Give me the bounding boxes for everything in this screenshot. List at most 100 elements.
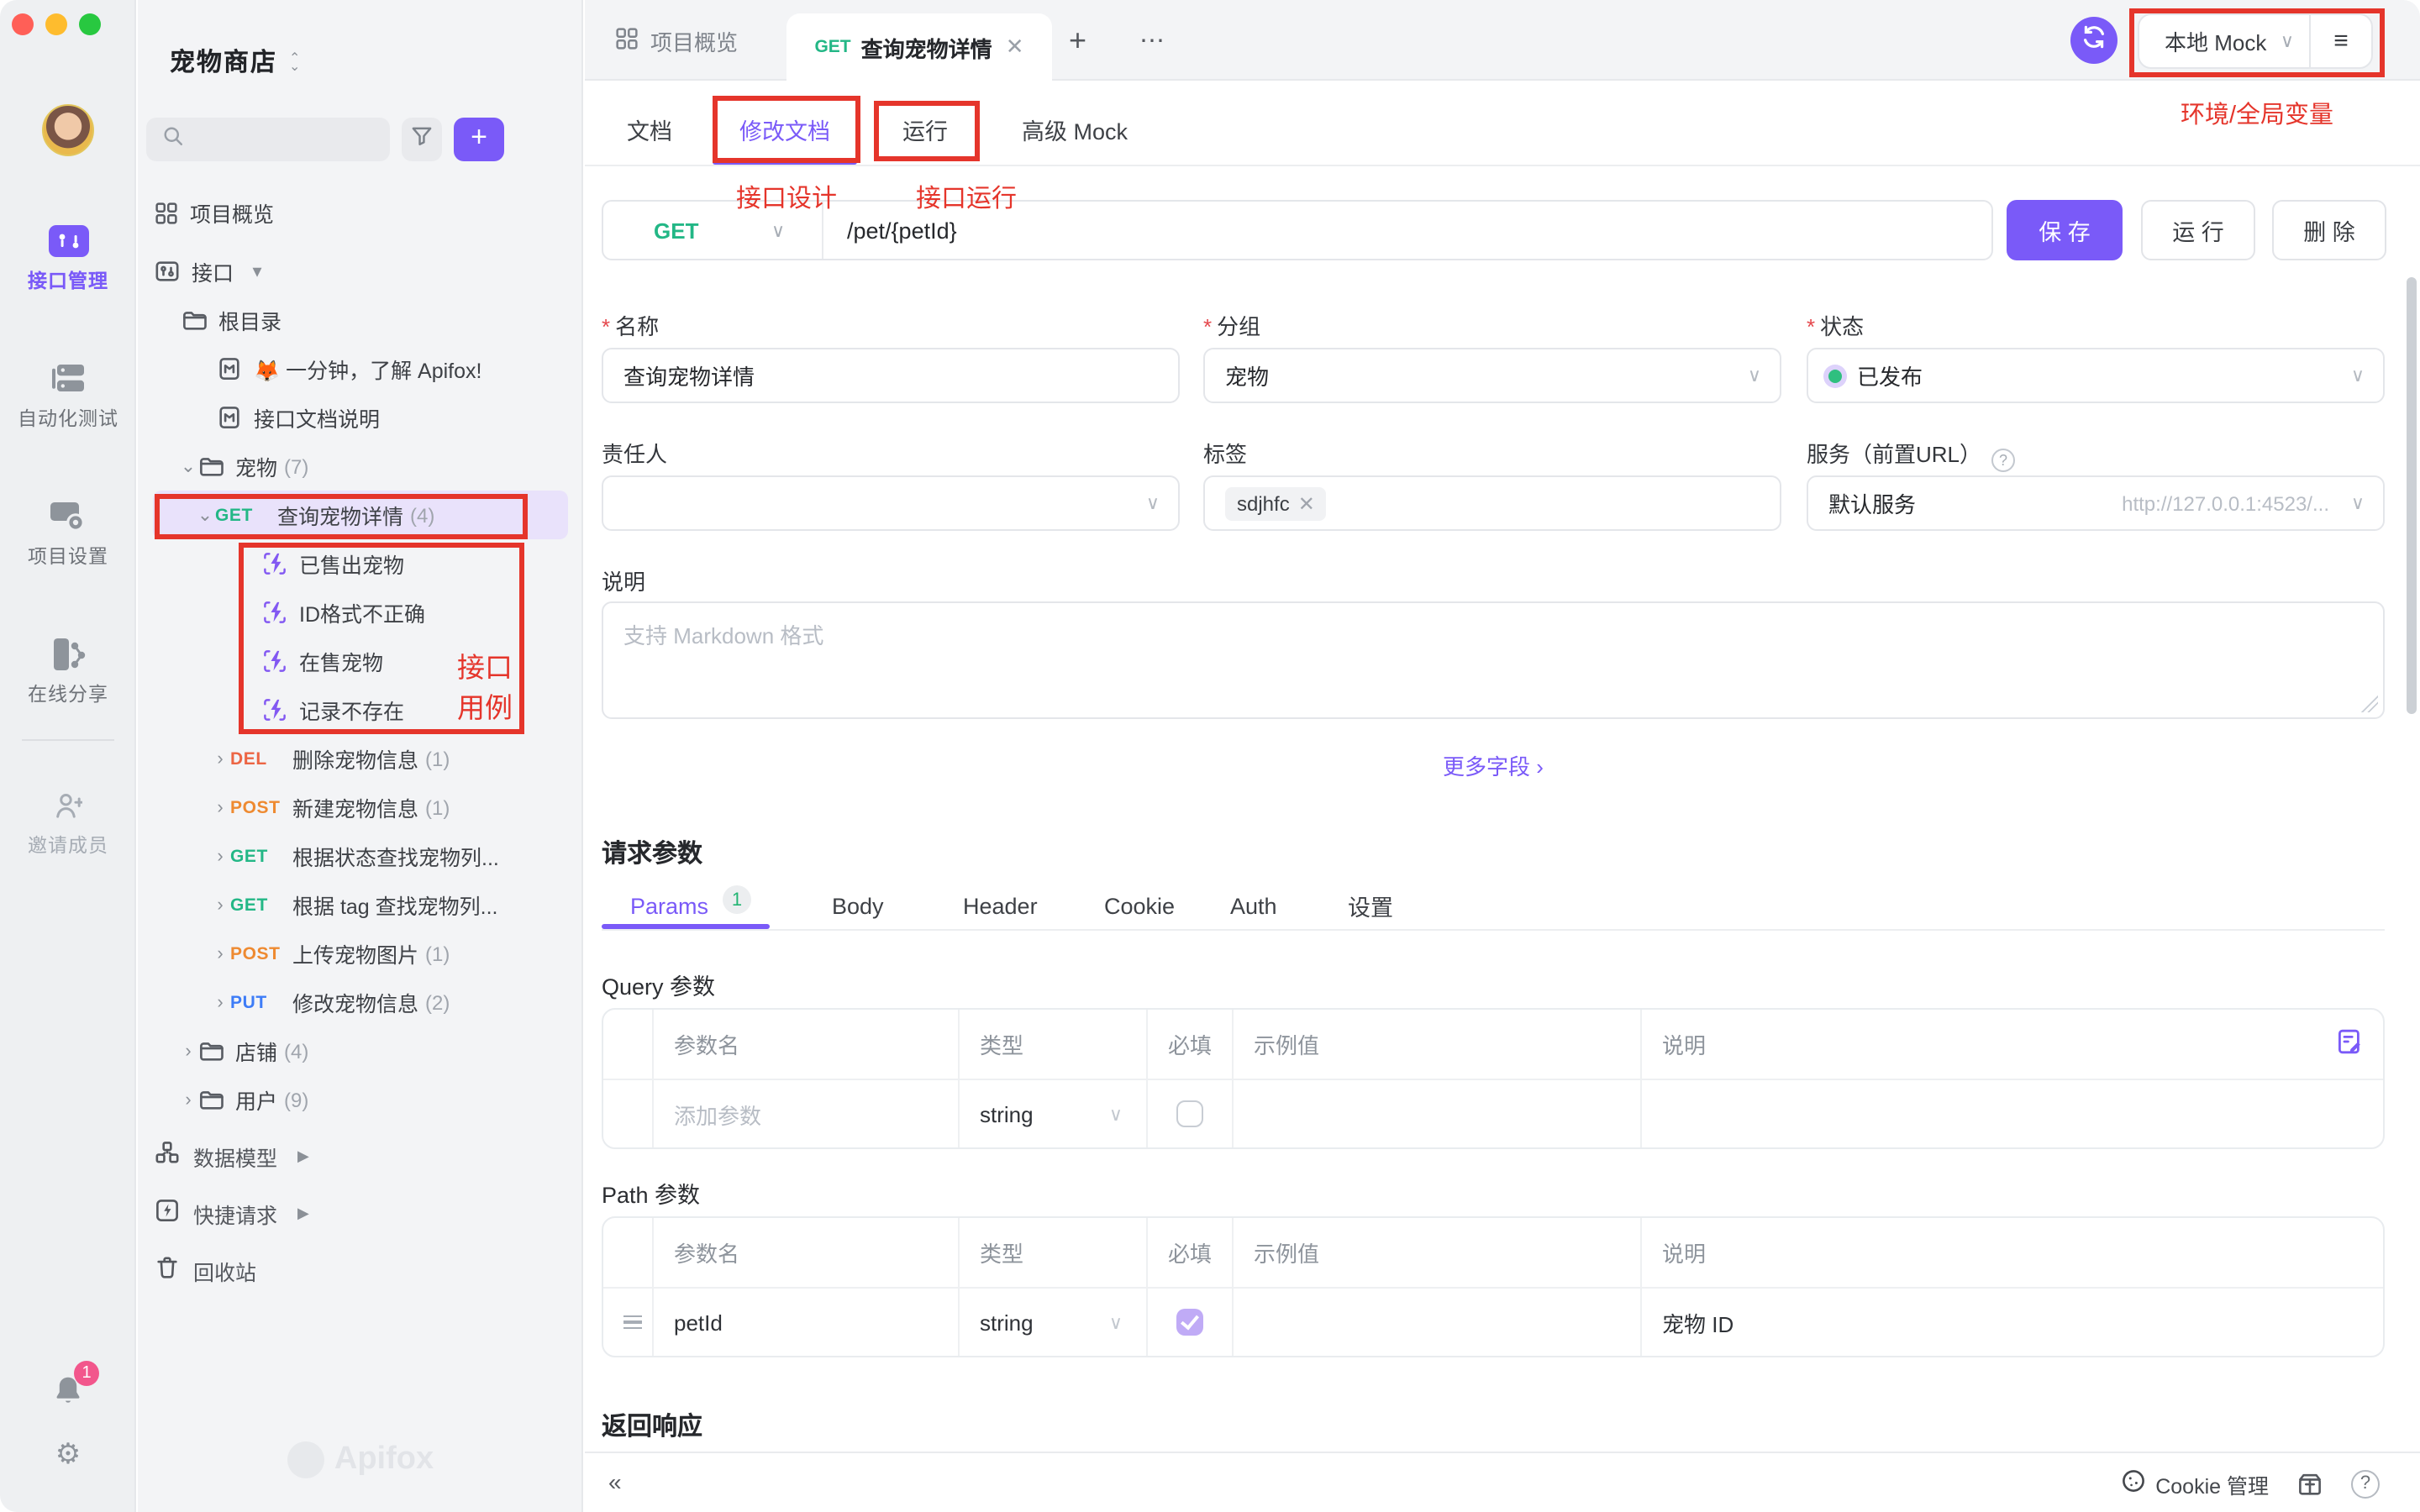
rail-item-auto-test[interactable]: 自动化测试 <box>0 360 136 432</box>
method-select[interactable]: GET <box>603 218 698 243</box>
chevron-right-icon[interactable]: › <box>210 895 230 915</box>
params-tab-Cookie[interactable]: Cookie <box>1104 887 1175 924</box>
param-desc-cell[interactable] <box>1642 1080 2383 1147</box>
close-tab-icon[interactable]: ✕ <box>1006 34 1024 60</box>
menu-icon[interactable]: ≡ <box>2311 27 2371 55</box>
tab-active-endpoint[interactable]: GET 查询宠物详情 ✕ <box>786 13 1052 81</box>
more-fields-link[interactable]: 更多字段 › <box>602 749 2385 781</box>
sync-button[interactable] <box>2070 17 2118 64</box>
tree-item-记录不存在[interactable]: 记录不存在 <box>138 685 583 734</box>
rail-item-api-manage[interactable]: 接口管理 <box>0 222 136 294</box>
rail-item-online-share[interactable]: 在线分享 <box>0 635 136 707</box>
rail-item-invite-member[interactable]: 邀请成员 <box>0 786 136 858</box>
tree-endpoint-根据状态查找宠物列...[interactable]: ›GET根据状态查找宠物列... <box>138 832 583 880</box>
delete-button[interactable]: 删 除 <box>2272 200 2386 260</box>
description-textarea[interactable]: 支持 Markdown 格式 <box>602 601 2385 719</box>
tree-endpoint-新建宠物信息[interactable]: ›POST新建宠物信息(1) <box>138 783 583 832</box>
tree-endpoint-根据 tag 查找宠物列...[interactable]: ›GET根据 tag 查找宠物列... <box>138 880 583 929</box>
group-select[interactable]: 宠物∨ <box>1203 348 1781 403</box>
rail-item-project-settings[interactable]: 项目设置 <box>0 497 136 570</box>
help-icon[interactable]: ? <box>1991 449 2015 472</box>
resize-handle[interactable] <box>2361 696 2378 712</box>
expand-icon[interactable]: ▶ <box>297 1147 309 1165</box>
chevron-right-icon[interactable]: › <box>178 1041 198 1061</box>
tags-input[interactable]: sdjhfc✕ <box>1203 475 1781 531</box>
help-button[interactable]: ? <box>2351 1469 2380 1498</box>
avatar[interactable] <box>42 104 94 156</box>
required-checkbox[interactable] <box>1176 1100 1203 1127</box>
tree-item-已售出宠物[interactable]: 已售出宠物 <box>138 539 583 588</box>
tree-endpoint-删除宠物信息[interactable]: ›DEL删除宠物信息(1) <box>138 734 583 783</box>
tab-overflow-button[interactable]: ⋯ <box>1139 0 1166 81</box>
doc-tab-修改文档[interactable]: 修改文档 <box>739 104 830 155</box>
service-select[interactable]: 默认服务http://127.0.0.1:4523/...∨ <box>1807 475 2385 531</box>
required-checkbox[interactable] <box>1176 1309 1203 1336</box>
name-input[interactable]: 查询宠物详情 <box>602 348 1180 403</box>
param-type-select[interactable]: string∨ <box>960 1289 1148 1356</box>
chevron-down-icon[interactable]: ⌄ <box>178 455 198 477</box>
endpoint-url-bar[interactable]: GET ∨ /pet/{petId} <box>602 200 1993 260</box>
package-icon[interactable] <box>2297 1471 2323 1496</box>
add-button[interactable]: + <box>454 118 504 161</box>
path-input[interactable]: /pet/{petId} <box>847 218 957 243</box>
chevron-right-icon[interactable]: › <box>178 1089 198 1110</box>
tree-item-🦊 一分钟，了解 Apifox![interactable]: 🦊 一分钟，了解 Apifox! <box>138 344 583 393</box>
project-switcher[interactable]: 宠物商店 ⌃⌄ <box>170 44 300 79</box>
param-required-cell[interactable] <box>1148 1289 1234 1356</box>
params-tab-Params[interactable]: Params <box>630 887 708 924</box>
run-button[interactable]: 运 行 <box>2141 200 2255 260</box>
expand-icon[interactable]: ▶ <box>297 1204 309 1222</box>
param-name-cell[interactable]: 添加参数 <box>654 1080 960 1147</box>
close-window-icon[interactable] <box>12 13 34 35</box>
tree-item-根目录[interactable]: 根目录 <box>138 296 583 344</box>
params-tab-设置[interactable]: 设置 <box>1348 887 1393 924</box>
param-example-cell[interactable] <box>1234 1289 1642 1356</box>
tree-item-在售宠物[interactable]: 在售宠物 <box>138 637 583 685</box>
chevron-right-icon[interactable]: › <box>210 797 230 817</box>
scrollbar-thumb[interactable] <box>2407 277 2417 714</box>
new-tab-button[interactable]: + <box>1069 0 1086 81</box>
chevron-down-icon[interactable]: ⌄ <box>195 504 215 526</box>
chevron-right-icon[interactable]: › <box>210 846 230 866</box>
tree-item-ID格式不正确[interactable]: ID格式不正确 <box>138 588 583 637</box>
params-tab-Header[interactable]: Header <box>963 887 1038 924</box>
doc-tab-文档[interactable]: 文档 <box>627 104 672 155</box>
tree-item-项目概览[interactable]: 项目概览 <box>138 188 583 237</box>
caret-down-icon[interactable]: ▾ <box>247 260 267 282</box>
chevron-right-icon[interactable]: › <box>210 748 230 769</box>
drag-handle-icon[interactable] <box>623 1315 642 1330</box>
tree-section-快捷请求[interactable]: 快捷请求▶ <box>138 1184 583 1242</box>
tree-section-数据模型[interactable]: 数据模型▶ <box>138 1127 583 1184</box>
status-select[interactable]: 已发布∨ <box>1807 348 2385 403</box>
tree-section-回收站[interactable]: 回收站 <box>138 1242 583 1299</box>
param-type-select[interactable]: string∨ <box>960 1080 1148 1147</box>
cookie-manager-button[interactable]: Cookie 管理 <box>2120 1467 2269 1499</box>
param-example-cell[interactable] <box>1234 1080 1642 1147</box>
param-row[interactable]: 添加参数string∨ <box>603 1079 2383 1147</box>
params-tab-Auth[interactable]: Auth <box>1230 887 1277 924</box>
param-required-cell[interactable] <box>1148 1080 1234 1147</box>
minimize-window-icon[interactable] <box>45 13 67 35</box>
tree-endpoint-查询宠物详情[interactable]: ⌄GET查询宠物详情(4) <box>153 491 568 539</box>
maximize-window-icon[interactable] <box>79 13 101 35</box>
tab-project-overview[interactable]: 项目概览 <box>615 0 738 81</box>
window-controls[interactable] <box>12 13 101 35</box>
tree-item-接口文档说明[interactable]: 接口文档说明 <box>138 393 583 442</box>
collapse-sidebar-icon[interactable]: « <box>608 1468 622 1495</box>
doc-tab-高级 Mock[interactable]: 高级 Mock <box>1022 104 1128 155</box>
tree-endpoint-上传宠物图片[interactable]: ›POST上传宠物图片(1) <box>138 929 583 978</box>
tree-item-宠物[interactable]: ⌄宠物(7) <box>138 442 583 491</box>
save-button[interactable]: 保 存 <box>2007 200 2123 260</box>
chevron-right-icon[interactable]: › <box>210 943 230 963</box>
tag-chip[interactable]: sdjhfc✕ <box>1225 486 1327 520</box>
chevron-right-icon[interactable]: › <box>210 992 230 1012</box>
param-name-cell[interactable]: petId <box>654 1289 960 1356</box>
param-row[interactable]: petIdstring∨宠物 ID <box>603 1287 2383 1356</box>
tree-endpoint-修改宠物信息[interactable]: ›PUT修改宠物信息(2) <box>138 978 583 1026</box>
filter-button[interactable] <box>402 118 442 161</box>
tree-item-用户[interactable]: ›用户(9) <box>138 1075 583 1124</box>
doc-tab-运行[interactable]: 运行 <box>902 104 948 155</box>
remove-tag-icon[interactable]: ✕ <box>1298 491 1315 515</box>
tree-item-店铺[interactable]: ›店铺(4) <box>138 1026 583 1075</box>
tree-item-接口[interactable]: 接口▾ <box>138 247 583 296</box>
